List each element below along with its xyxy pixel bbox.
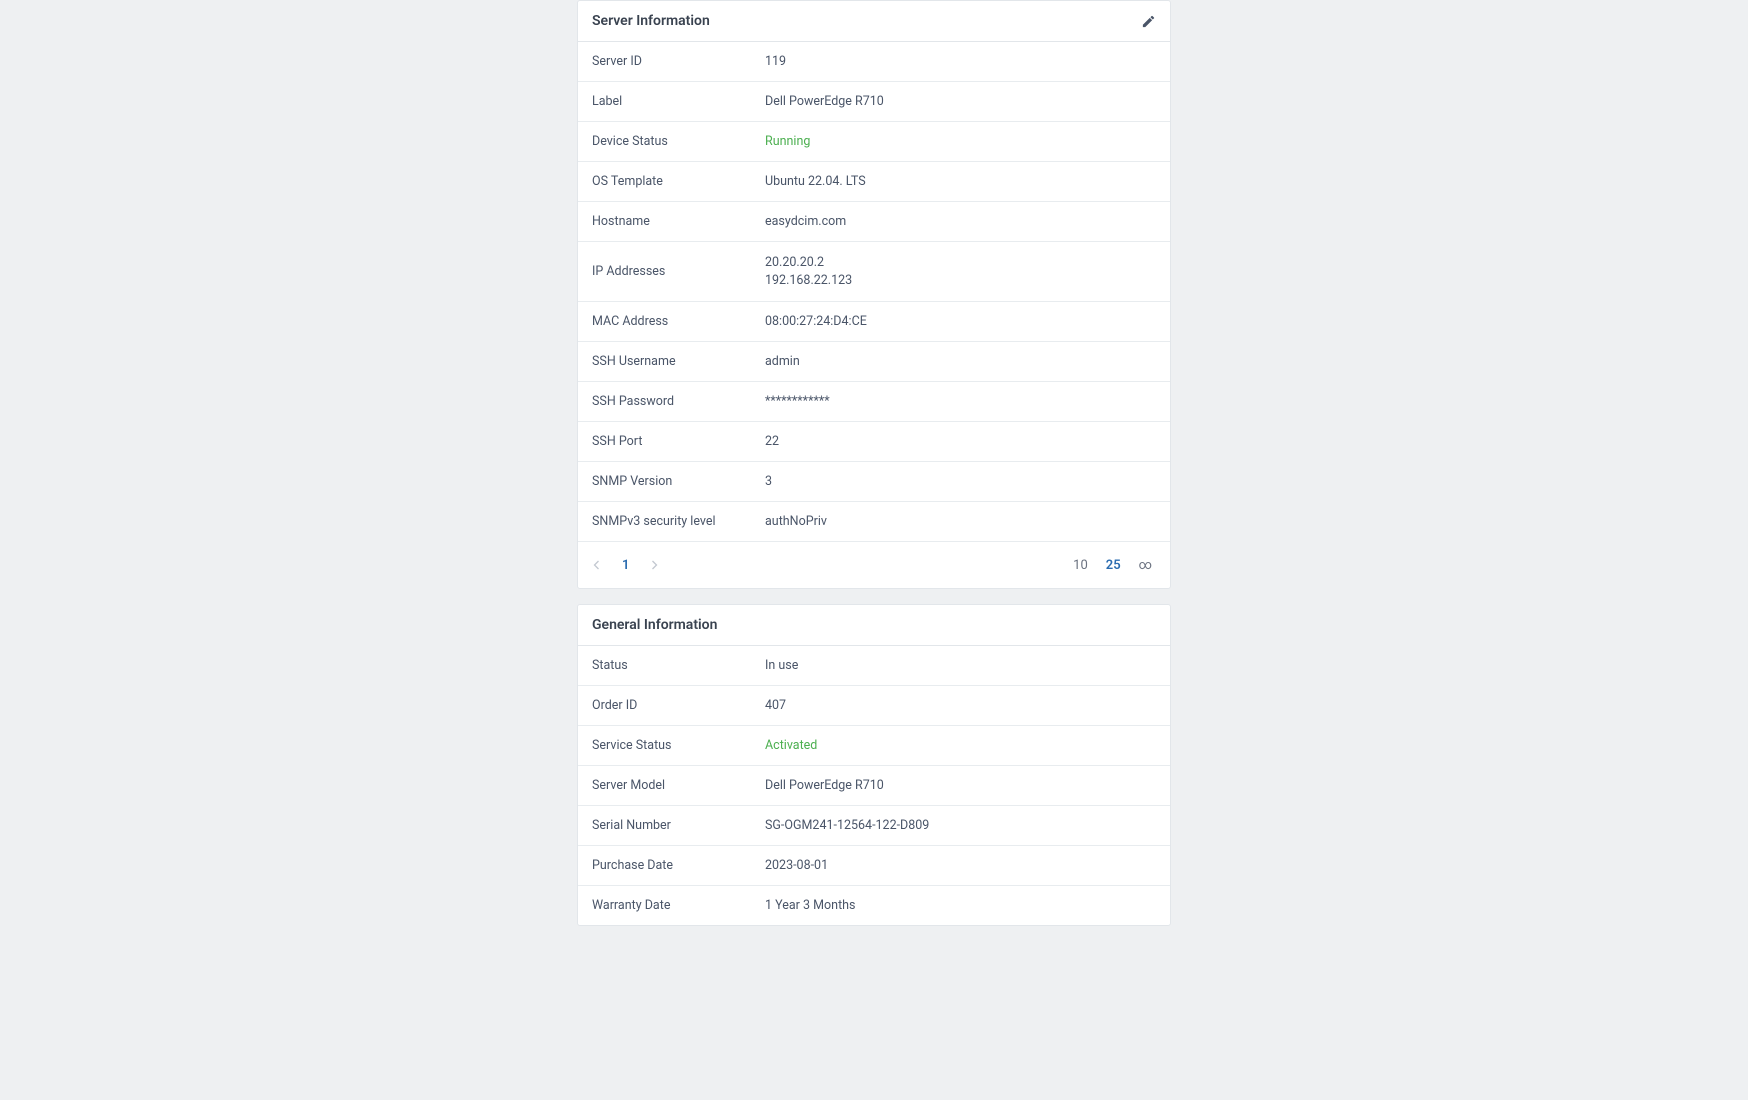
value-ssh-username: admin <box>765 354 800 369</box>
page-1[interactable]: 1 <box>618 558 633 573</box>
value-server-id: 119 <box>765 54 786 69</box>
chevron-right-icon[interactable] <box>643 554 665 576</box>
value-ssh-password: ************ <box>765 394 830 409</box>
label-order-id: Order ID <box>592 698 765 713</box>
edit-icon[interactable] <box>1140 13 1156 29</box>
value-device-status: Running <box>765 134 810 149</box>
ip-address-1: 20.20.20.2 <box>765 254 852 272</box>
server-information-card: Server Information Server ID 119 Label D… <box>577 0 1171 589</box>
row-server-model: Server Model Dell PowerEdge R710 <box>578 766 1170 806</box>
label-hostname: Hostname <box>592 214 765 229</box>
label-ssh-username: SSH Username <box>592 354 765 369</box>
row-hostname: Hostname easydcim.com <box>578 202 1170 242</box>
label-server-model: Server Model <box>592 778 765 793</box>
row-ssh-password: SSH Password ************ <box>578 382 1170 422</box>
value-purchase-date: 2023-08-01 <box>765 858 828 873</box>
row-service-status: Service Status Activated <box>578 726 1170 766</box>
server-info-header: Server Information <box>578 1 1170 42</box>
value-ssh-port: 22 <box>765 434 779 449</box>
general-info-header: General Information <box>578 605 1170 646</box>
label-snmpv3-security: SNMPv3 security level <box>592 514 765 529</box>
row-ssh-username: SSH Username admin <box>578 342 1170 382</box>
row-mac-address: MAC Address 08:00:27:24:D4:CE <box>578 302 1170 342</box>
value-os-template: Ubuntu 22.04. LTS <box>765 174 866 189</box>
page-size-all[interactable]: ∞ <box>1135 558 1156 573</box>
label-purchase-date: Purchase Date <box>592 858 765 873</box>
row-ip-addresses: IP Addresses 20.20.20.2 192.168.22.123 <box>578 242 1170 302</box>
server-info-title: Server Information <box>592 13 710 29</box>
label-mac-address: MAC Address <box>592 314 765 329</box>
label-ip-addresses: IP Addresses <box>592 264 765 279</box>
row-purchase-date: Purchase Date 2023-08-01 <box>578 846 1170 886</box>
page-size-10[interactable]: 10 <box>1069 558 1092 573</box>
label-warranty-date: Warranty Date <box>592 898 765 913</box>
label-snmp-version: SNMP Version <box>592 474 765 489</box>
label-status: Status <box>592 658 765 673</box>
general-information-card: General Information Status In use Order … <box>577 604 1171 926</box>
label-server-id: Server ID <box>592 54 765 69</box>
row-order-id: Order ID 407 <box>578 686 1170 726</box>
value-service-status: Activated <box>765 738 817 753</box>
label-device-status: Device Status <box>592 134 765 149</box>
row-warranty-date: Warranty Date 1 Year 3 Months <box>578 886 1170 925</box>
row-serial-number: Serial Number SG-OGM241-12564-122-D809 <box>578 806 1170 846</box>
row-snmpv3-security: SNMPv3 security level authNoPriv <box>578 502 1170 542</box>
value-warranty-date: 1 Year 3 Months <box>765 898 856 913</box>
page-size-25[interactable]: 25 <box>1102 558 1125 573</box>
row-os-template: OS Template Ubuntu 22.04. LTS <box>578 162 1170 202</box>
row-server-id: Server ID 119 <box>578 42 1170 82</box>
value-status: In use <box>765 658 798 673</box>
label-label: Label <box>592 94 765 109</box>
row-status: Status In use <box>578 646 1170 686</box>
value-order-id: 407 <box>765 698 786 713</box>
pagination-left: 1 <box>586 554 665 576</box>
row-ssh-port: SSH Port 22 <box>578 422 1170 462</box>
label-ssh-password: SSH Password <box>592 394 765 409</box>
chevron-left-icon[interactable] <box>586 554 608 576</box>
general-info-title: General Information <box>592 617 717 633</box>
pagination: 1 10 25 ∞ <box>578 542 1170 588</box>
value-serial-number: SG-OGM241-12564-122-D809 <box>765 818 929 833</box>
row-label: Label Dell PowerEdge R710 <box>578 82 1170 122</box>
row-device-status: Device Status Running <box>578 122 1170 162</box>
label-serial-number: Serial Number <box>592 818 765 833</box>
row-snmp-version: SNMP Version 3 <box>578 462 1170 502</box>
value-ip-addresses: 20.20.20.2 192.168.22.123 <box>765 254 852 289</box>
value-server-model: Dell PowerEdge R710 <box>765 778 884 793</box>
label-service-status: Service Status <box>592 738 765 753</box>
value-hostname: easydcim.com <box>765 214 846 229</box>
value-snmp-version: 3 <box>765 474 772 489</box>
ip-address-2: 192.168.22.123 <box>765 272 852 290</box>
value-snmpv3-security: authNoPriv <box>765 514 827 529</box>
value-label: Dell PowerEdge R710 <box>765 94 884 109</box>
pagination-right: 10 25 ∞ <box>1069 558 1156 573</box>
label-os-template: OS Template <box>592 174 765 189</box>
label-ssh-port: SSH Port <box>592 434 765 449</box>
value-mac-address: 08:00:27:24:D4:CE <box>765 314 867 329</box>
